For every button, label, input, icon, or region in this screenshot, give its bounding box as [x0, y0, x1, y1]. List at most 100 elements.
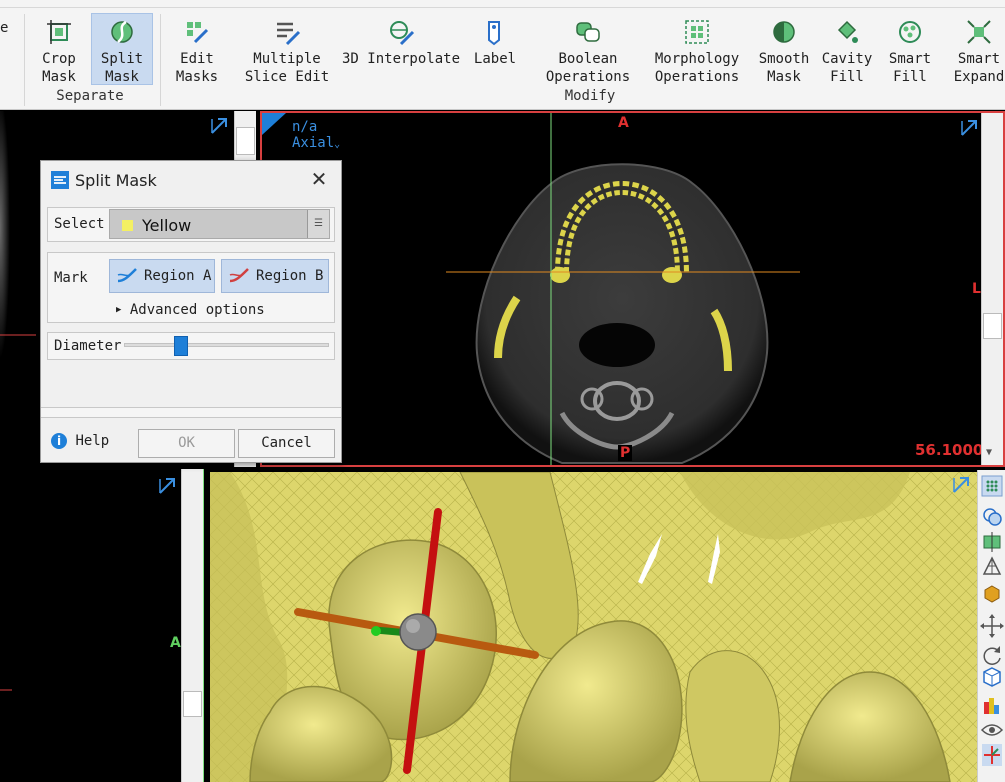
edit-masks-label: Edit Masks	[175, 51, 219, 85]
object-icon	[984, 585, 1000, 603]
scroll-down-arrow-icon[interactable]: ▼	[986, 447, 992, 458]
ribbon-tab-strip	[0, 0, 1005, 8]
smart-expand-icon	[967, 20, 991, 44]
orientation-label-bottom: P	[618, 445, 633, 461]
region-a-label: Region A	[144, 268, 212, 284]
group-label-modify: Modify	[564, 88, 616, 104]
region-b-brush-icon	[229, 268, 249, 283]
boolean-operations-label: Boolean Operations	[545, 51, 631, 85]
3d-interpolate-icon	[390, 21, 415, 46]
ribbon-left-edge-text: e	[0, 20, 9, 36]
edit-masks-icon	[187, 22, 209, 44]
viewport-bottom-left[interactable]: A	[0, 469, 206, 782]
expand-triangle-icon: ▶	[116, 305, 122, 315]
app-logo-icon	[51, 171, 69, 189]
dialog-title-bar[interactable]: Split Mask ✕	[41, 161, 341, 199]
cavity-fill-label: Cavity Fill	[821, 51, 873, 85]
select-label: Select	[54, 216, 105, 232]
group-divider	[24, 14, 25, 106]
cancel-button[interactable]: Cancel	[238, 429, 335, 458]
boolean-operations-button[interactable]: Boolean Operations	[542, 14, 634, 88]
smart-fill-label: Smart Fill	[888, 51, 932, 85]
axial-view-selector[interactable]: Axial⌄	[292, 135, 340, 151]
maximize-viewport-icon[interactable]	[960, 119, 980, 137]
smooth-mask-label: Smooth Mask	[758, 51, 810, 85]
mask-color-swatch	[122, 220, 133, 231]
viewport-axial[interactable]: n/a Axial⌄ A L P 56.1000 ▼	[260, 111, 1005, 467]
cube-view-icon	[983, 667, 1001, 687]
mesh-icon	[982, 556, 1002, 575]
ct-axial-slice-image	[262, 113, 800, 465]
diameter-slider-thumb[interactable]	[174, 336, 189, 356]
maximize-viewport-icon[interactable]	[210, 117, 230, 135]
morphology-operations-button[interactable]: Morphology Operations	[652, 14, 742, 88]
advanced-options-label: Advanced options	[129, 302, 265, 318]
mask-overlay-icon	[983, 508, 1002, 526]
axial-view-label: Axial	[292, 135, 335, 151]
crop-mask-button[interactable]: Crop Mask	[30, 14, 88, 88]
crop-mask-label: Crop Mask	[42, 51, 76, 85]
multiple-slice-edit-button[interactable]: Multiple Slice Edit	[243, 14, 331, 88]
list-dropdown-icon[interactable]: ☰	[307, 210, 329, 238]
ok-button[interactable]: OK	[138, 429, 235, 458]
mask-select-dropdown[interactable]: Yellow ☰	[109, 209, 330, 239]
dialog-separator	[41, 407, 341, 418]
label-tag-icon	[488, 21, 500, 46]
scrollbar-thumb[interactable]	[183, 691, 202, 717]
smart-expand-button[interactable]: Smart Expand	[948, 14, 1005, 88]
label-button[interactable]: Label	[472, 14, 518, 88]
advanced-options-toggle[interactable]: ▶ Advanced options	[116, 302, 265, 318]
split-mask-dialog: Split Mask ✕ Select Yellow ☰ Mark Region…	[40, 160, 342, 463]
close-icon[interactable]: ✕	[309, 169, 329, 189]
orientation-label-top: A	[618, 115, 629, 131]
region-a-button[interactable]: Region A	[109, 259, 215, 293]
smooth-mask-icon	[773, 21, 795, 43]
axial-overlay-info: n/a	[292, 119, 318, 135]
viewport-scrollbar[interactable]	[181, 469, 203, 782]
ribbon-toolbar: e Crop Mask Split Mask Separate Edit Mas…	[0, 0, 1005, 110]
smooth-mask-button[interactable]: Smooth Mask	[755, 14, 813, 88]
diameter-label: Diameter	[54, 338, 122, 354]
ct-slice-partial-image	[0, 469, 204, 782]
help-label: Help	[75, 433, 110, 449]
help-link[interactable]: i Help	[51, 433, 109, 449]
region-b-button[interactable]: Region B	[221, 259, 329, 293]
grid-view-icon	[981, 475, 1003, 497]
clip-box-icon	[983, 532, 1001, 552]
edit-masks-button[interactable]: Edit Masks	[166, 14, 228, 88]
morphology-operations-label: Morphology Operations	[654, 51, 740, 85]
split-mask-button[interactable]: Split Mask	[91, 13, 153, 85]
cavity-fill-icon	[837, 20, 858, 43]
3d-view-toolbar	[977, 470, 1005, 782]
split-mask-label: Split Mask	[100, 51, 144, 85]
region-a-brush-icon	[117, 268, 137, 283]
rotate-icon	[983, 646, 1001, 665]
smart-fill-button[interactable]: Smart Fill	[884, 14, 936, 88]
group-divider	[160, 14, 161, 106]
scrollbar-thumb[interactable]	[236, 127, 255, 155]
orientation-label-right: L	[972, 281, 981, 297]
mark-group: Mark Region A Region B ▶ Advanced option…	[47, 252, 335, 323]
viewport-scrollbar[interactable]: ▼	[981, 113, 1003, 465]
crop-mask-icon	[47, 20, 71, 44]
mask-select-value: Yellow	[142, 216, 192, 235]
multiple-slice-edit-label: Multiple Slice Edit	[244, 51, 330, 85]
boolean-operations-icon	[576, 22, 600, 42]
mark-label: Mark	[54, 270, 88, 286]
maximize-viewport-icon[interactable]	[952, 476, 972, 494]
viewport-3d[interactable]	[210, 472, 977, 782]
diameter-row: Diameter	[47, 332, 335, 360]
select-row: Select Yellow ☰	[47, 207, 335, 242]
region-b-label: Region B	[256, 268, 324, 284]
smart-fill-icon	[899, 21, 921, 43]
3d-interpolate-label: 3D Interpolate	[342, 51, 461, 67]
orientation-label-left: A	[170, 635, 181, 651]
crosshair-axes-icon	[982, 744, 1002, 766]
3d-interpolate-button[interactable]: 3D Interpolate	[342, 14, 460, 88]
scrollbar-thumb[interactable]	[983, 313, 1002, 339]
diameter-slider-track[interactable]	[124, 343, 329, 347]
maximize-viewport-icon[interactable]	[158, 477, 178, 495]
cavity-fill-button[interactable]: Cavity Fill	[820, 14, 874, 88]
chevron-down-icon: ⌄	[334, 139, 341, 150]
label-label: Label	[473, 51, 517, 67]
